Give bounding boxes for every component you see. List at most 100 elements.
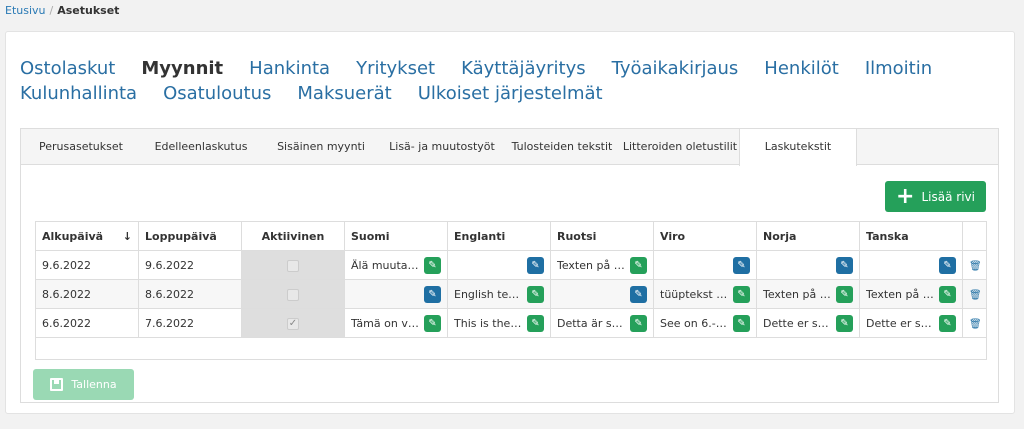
trash-icon[interactable]: 🗑 — [969, 261, 982, 272]
add-row-label: Lisää rivi — [921, 189, 975, 204]
cell-text: Dette er sta... — [866, 316, 935, 330]
cell-active — [241, 279, 345, 309]
add-pencil-icon[interactable]: ✎ — [733, 256, 750, 274]
active-checkbox[interactable] — [287, 259, 299, 272]
cell-lang-0: ✎ — [344, 279, 448, 309]
header-lang-5[interactable]: Tanska — [859, 221, 963, 251]
cell-text: Texten på n... — [763, 287, 832, 301]
trash-icon[interactable]: 🗑 — [969, 319, 982, 330]
add-pencil-icon[interactable]: ✎ — [424, 285, 441, 303]
edit-pencil-icon[interactable]: ✎ — [836, 314, 853, 332]
active-checkbox[interactable]: ✓ — [287, 317, 299, 330]
add-pencil-icon[interactable]: ✎ — [630, 285, 647, 303]
tab-5[interactable]: Litteroiden oletustilit — [621, 129, 739, 165]
main-nav-item-3[interactable]: Yritykset — [356, 56, 435, 81]
header-lang-0[interactable]: Suomi — [344, 221, 448, 251]
header-start-date[interactable]: Alkupäivä ↓ — [35, 221, 139, 251]
header-lang-4[interactable]: Norja — [756, 221, 860, 251]
edit-pencil-icon[interactable]: ✎ — [527, 314, 544, 332]
header-end-date[interactable]: Loppupäivä — [138, 221, 242, 251]
invoice-texts-table: Alkupäivä ↓ Loppupäivä Aktiivinen Suomi E… — [35, 221, 987, 360]
save-button[interactable]: Tallenna — [33, 369, 134, 400]
main-nav-item-7[interactable]: Ilmoitin — [865, 56, 932, 81]
tab-2[interactable]: Sisäinen myynti — [261, 129, 381, 165]
cell-lang-2: ✎ — [550, 279, 654, 309]
cell-text: Tämä on va... — [351, 316, 420, 330]
table-row: 9.6.2022 9.6.2022 Älä muuta t... ✎ ✎ Texten p… — [35, 250, 987, 280]
tab-3[interactable]: Lisä- ja muutostyöt — [381, 129, 503, 165]
main-nav-item-2[interactable]: Hankinta — [249, 56, 330, 81]
edit-pencil-icon[interactable]: ✎ — [733, 285, 750, 303]
cell-lang-0: Älä muuta t... ✎ — [344, 250, 448, 280]
tab-0[interactable]: Perusasetukset — [21, 129, 141, 165]
tab-1[interactable]: Edelleenlaskutus — [141, 129, 261, 165]
main-nav-item-11[interactable]: Ulkoiset järjestelmät — [418, 81, 603, 106]
empty-cell — [35, 337, 987, 360]
edit-pencil-icon[interactable]: ✎ — [424, 256, 441, 274]
cell-delete: 🗑 — [962, 250, 987, 280]
cell-end-date: 8.6.2022 — [138, 279, 242, 309]
table-empty-row — [35, 337, 987, 360]
add-row-button[interactable]: + Lisää rivi — [885, 181, 986, 212]
tab-bar: Perusasetukset Edelleenlaskutus Sisäinen m… — [21, 129, 998, 166]
main-nav-item-5[interactable]: Työaikakirjaus — [612, 56, 739, 81]
cell-end-date: 9.6.2022 — [138, 250, 242, 280]
header-lang-3[interactable]: Viro — [653, 221, 757, 251]
cell-text: Detta är sta... — [557, 316, 626, 330]
cell-text: Dette er sta... — [763, 316, 832, 330]
main-nav-item-10[interactable]: Maksuerät — [297, 81, 391, 106]
edit-pencil-icon[interactable]: ✎ — [836, 285, 853, 303]
cell-start-date: 8.6.2022 — [35, 279, 139, 309]
add-pencil-icon[interactable]: ✎ — [527, 256, 544, 274]
cell-text: Texten på sv... — [557, 258, 626, 272]
main-nav-item-8[interactable]: Kulunhallinta — [20, 81, 137, 106]
cell-active: ✓ — [241, 308, 345, 338]
active-checkbox[interactable] — [287, 288, 299, 301]
header-lang-2[interactable]: Ruotsi — [550, 221, 654, 251]
cell-lang-0: Tämä on va... ✎ — [344, 308, 448, 338]
edit-pencil-icon[interactable]: ✎ — [733, 314, 750, 332]
breadcrumb-separator: / — [49, 4, 54, 17]
add-pencil-icon[interactable]: ✎ — [939, 256, 956, 274]
tab-6[interactable]: Laskutekstit — [739, 129, 857, 166]
edit-pencil-icon[interactable]: ✎ — [630, 314, 647, 332]
breadcrumb-home-link[interactable]: Etusivu — [5, 4, 46, 17]
edit-pencil-icon[interactable]: ✎ — [939, 285, 956, 303]
cell-lang-2: Texten på sv... ✎ — [550, 250, 654, 280]
cell-lang-4: Texten på n... ✎ — [756, 279, 860, 309]
cell-lang-4: Dette er sta... ✎ — [756, 308, 860, 338]
edit-pencil-icon[interactable]: ✎ — [424, 314, 441, 332]
cell-lang-1: This is the s... ✎ — [447, 308, 551, 338]
main-nav-item-1[interactable]: Myynnit — [141, 56, 223, 81]
header-lang-1[interactable]: Englanti — [447, 221, 551, 251]
save-button-label: Tallenna — [71, 378, 117, 391]
cell-lang-3: ✎ — [653, 250, 757, 280]
cell-lang-3: tüüptekst e... ✎ — [653, 279, 757, 309]
cell-end-date: 7.6.2022 — [138, 308, 242, 338]
breadcrumb: Etusivu / Asetukset — [5, 4, 119, 17]
sort-arrow-icon: ↓ — [122, 229, 132, 243]
cell-start-date: 6.6.2022 — [35, 308, 139, 338]
main-nav-item-4[interactable]: Käyttäjäyritys — [461, 56, 586, 81]
trash-icon[interactable]: 🗑 — [969, 290, 982, 301]
cell-lang-2: Detta är sta... ✎ — [550, 308, 654, 338]
cell-delete: 🗑 — [962, 308, 987, 338]
table-row: 8.6.20228.6.2022✎English text ...✎✎tüüpt… — [35, 279, 987, 309]
cell-text: Texten på d... — [866, 287, 935, 301]
cell-text: tüüptekst e... — [660, 287, 729, 301]
tab-4[interactable]: Tulosteiden tekstit — [503, 129, 621, 165]
breadcrumb-current: Asetukset — [57, 4, 120, 17]
edit-pencil-icon[interactable]: ✎ — [630, 256, 647, 274]
cell-text: Älä muuta t... — [351, 258, 420, 272]
edit-pencil-icon[interactable]: ✎ — [527, 285, 544, 303]
add-pencil-icon[interactable]: ✎ — [836, 256, 853, 274]
edit-pencil-icon[interactable]: ✎ — [939, 314, 956, 332]
main-nav-item-9[interactable]: Osatuloutus — [163, 81, 271, 106]
header-active[interactable]: Aktiivinen — [241, 221, 345, 251]
cell-lang-5: Texten på d... ✎ — [859, 279, 963, 309]
cell-lang-5: ✎ — [859, 250, 963, 280]
cell-lang-4: ✎ — [756, 250, 860, 280]
main-nav: Ostolaskut Myynnit Hankinta Yritykset Käyttä… — [20, 56, 1000, 106]
main-nav-item-0[interactable]: Ostolaskut — [20, 56, 115, 81]
main-nav-item-6[interactable]: Henkilöt — [764, 56, 839, 81]
